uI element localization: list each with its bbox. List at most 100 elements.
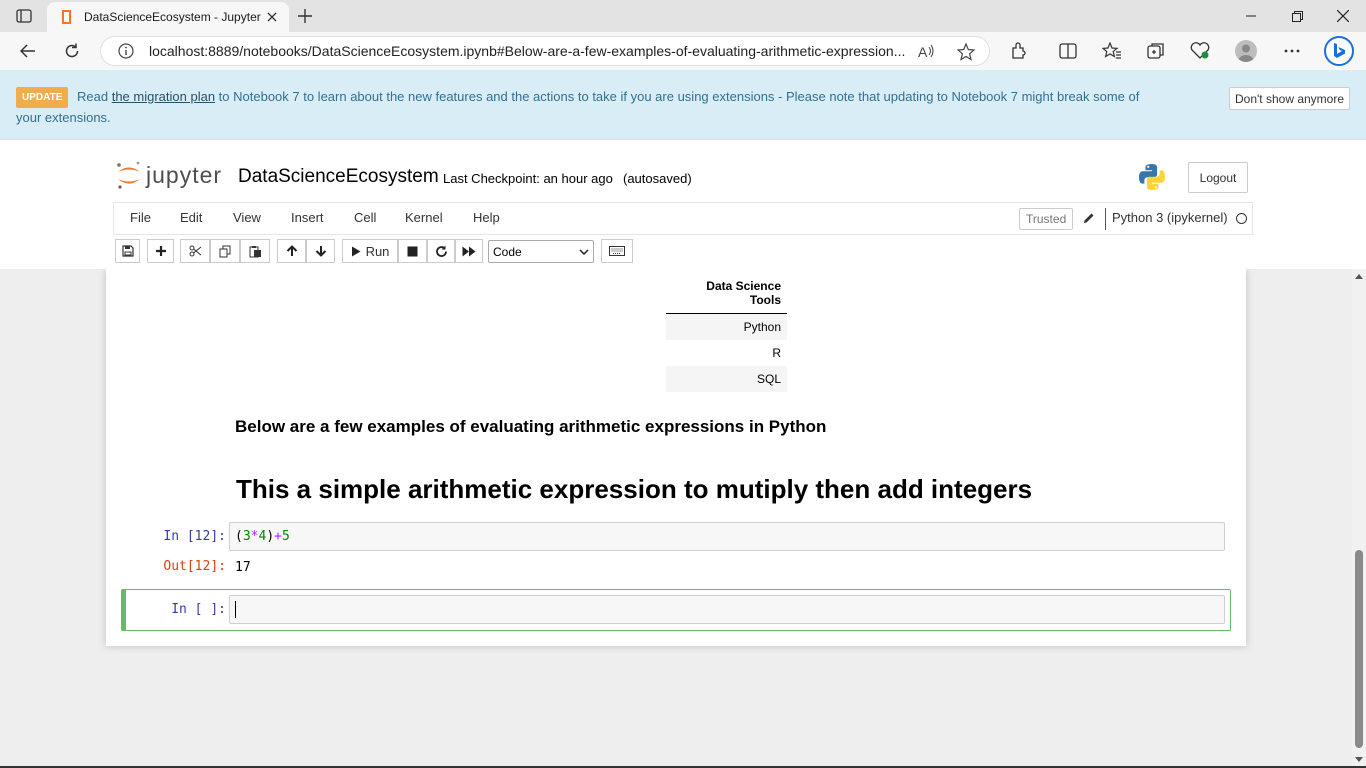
interrupt-button[interactable] [398,239,427,263]
site-info-icon[interactable] [117,42,135,60]
insert-cell-button[interactable] [147,239,174,263]
restart-kernel-button[interactable] [427,239,455,263]
jupyter-header: jupyter DataScienceEcosystem Last Checkp… [0,140,1366,202]
menu-edit[interactable]: Edit [180,210,202,225]
edit-mode-pencil-icon [1082,211,1096,225]
play-icon [351,246,361,256]
address-bar[interactable]: localhost:8889/notebooks/DataScienceEcos… [100,36,990,66]
cell-output: 17 [235,560,251,575]
browser-essentials-icon[interactable] [1187,39,1213,63]
scissors-icon [189,245,201,257]
close-window-icon[interactable] [1320,4,1366,28]
update-banner: UPDATE Read the migration plan to Notebo… [0,70,1366,140]
update-badge: UPDATE [16,87,69,108]
dont-show-anymore-button[interactable]: Don't show anymore [1229,87,1351,110]
menu-kernel[interactable]: Kernel [405,210,443,225]
in-prompt-empty: In [ ]: [171,602,226,617]
jupyter-logo-text: jupyter [146,161,223,188]
browser-tab-active[interactable]: DataScienceEcosystem - Jupyter [47,2,289,32]
minimize-icon[interactable] [1228,4,1274,28]
back-icon[interactable] [14,38,42,64]
copy-icon [219,245,230,257]
read-aloud-icon[interactable]: A [917,42,937,62]
restart-run-all-button[interactable] [455,239,483,263]
restart-icon [435,245,447,257]
chevron-down-icon [579,249,589,256]
restore-icon[interactable] [1274,4,1320,28]
favorite-star-icon[interactable] [956,42,976,62]
scroll-up-arrow-icon[interactable] [1355,274,1363,279]
data-science-tools-table: Data Science Tools Python R SQL [666,277,787,392]
table-header: Data Science Tools [666,277,787,314]
command-palette-button[interactable] [601,239,633,263]
plus-icon [155,246,166,256]
cut-button[interactable] [180,239,210,263]
out-prompt-12: Out[12]: [163,559,226,574]
code-token-number: 5 [281,529,290,544]
paste-icon [249,245,261,257]
notebook-scroll-area: Data Science Tools Python R SQL Below ar… [0,269,1352,768]
split-screen-icon[interactable] [1055,39,1081,63]
profile-avatar[interactable] [1235,40,1257,62]
menu-file[interactable]: File [130,210,151,225]
trusted-indicator[interactable]: Trusted [1019,208,1074,230]
cell-type-value: Code [493,244,522,259]
new-tab-icon[interactable] [294,5,316,27]
empty-code-input[interactable] [229,595,1225,624]
bing-copilot-icon[interactable] [1322,35,1356,67]
code-token-paren: ) [266,529,275,544]
table-cell-r: R [772,345,781,360]
move-down-button[interactable] [306,239,335,263]
menu-view[interactable]: View [233,210,261,225]
kernel-name[interactable]: Python 3 (ipykernel) [1112,210,1228,225]
notebook-name[interactable]: DataScienceEcosystem [238,166,439,188]
extensions-icon[interactable] [1006,39,1032,63]
scrollbar-thumb[interactable] [1355,550,1363,748]
menu-cell[interactable]: Cell [354,210,376,225]
menu-insert[interactable]: Insert [291,210,324,225]
menubar: File Edit View Insert Cell Kernel Help T… [113,202,1253,235]
vertical-scrollbar[interactable] [1352,269,1366,768]
collections-icon[interactable] [1143,39,1169,63]
jupyter-favicon-icon [59,9,75,25]
svg-text:A: A [918,44,928,60]
jupyter-logo-icon [117,161,140,189]
keyboard-icon [609,246,625,256]
refresh-icon[interactable] [58,38,86,64]
migration-plan-link[interactable]: the migration plan [112,89,215,104]
tab-actions-button[interactable] [8,5,40,27]
selected-empty-cell[interactable]: In [ ]: [121,589,1231,631]
more-options-icon[interactable] [1279,39,1305,63]
tab-close-icon[interactable] [263,8,281,26]
run-button[interactable]: Run [342,239,398,263]
fast-forward-icon [462,246,476,256]
menu-help[interactable]: Help [473,210,500,225]
favorites-icon[interactable] [1099,39,1125,63]
notebook-menubar-container: File Edit View Insert Cell Kernel Help T… [0,202,1366,269]
save-button[interactable] [115,239,140,263]
run-label: Run [365,243,390,259]
python-logo-icon [1138,163,1166,191]
move-up-button[interactable] [277,239,306,263]
logout-button[interactable]: Logout [1188,162,1248,193]
scroll-down-arrow-icon[interactable] [1355,757,1363,762]
kernel-idle-indicator-icon [1236,213,1247,224]
in-prompt-12: In [12]: [163,529,226,544]
code-token-operator: + [274,529,282,544]
stop-icon [407,246,418,256]
markdown-heading-examples: Below are a few examples of evaluating a… [235,417,827,436]
save-icon [121,245,134,257]
cell-type-select[interactable]: Code [488,240,594,263]
tab-title: DataScienceEcosystem - Jupyter [84,10,261,24]
banner-text-before: Read [77,89,109,104]
jupyter-logo[interactable]: jupyter [116,160,222,190]
tab-actions-icon [16,9,32,23]
copy-button[interactable] [210,239,240,263]
code-cell-input[interactable]: (3*4)+5 [229,522,1225,551]
browser-toolbar: localhost:8889/notebooks/DataScienceEcos… [0,32,1366,70]
paste-button[interactable] [240,239,270,263]
autosave-status: (autosaved) [623,171,692,186]
markdown-heading-expression: This a simple arithmetic expression to m… [236,474,1033,504]
code-token-paren: ( [235,529,243,544]
code-token-number: 3 [242,529,251,544]
